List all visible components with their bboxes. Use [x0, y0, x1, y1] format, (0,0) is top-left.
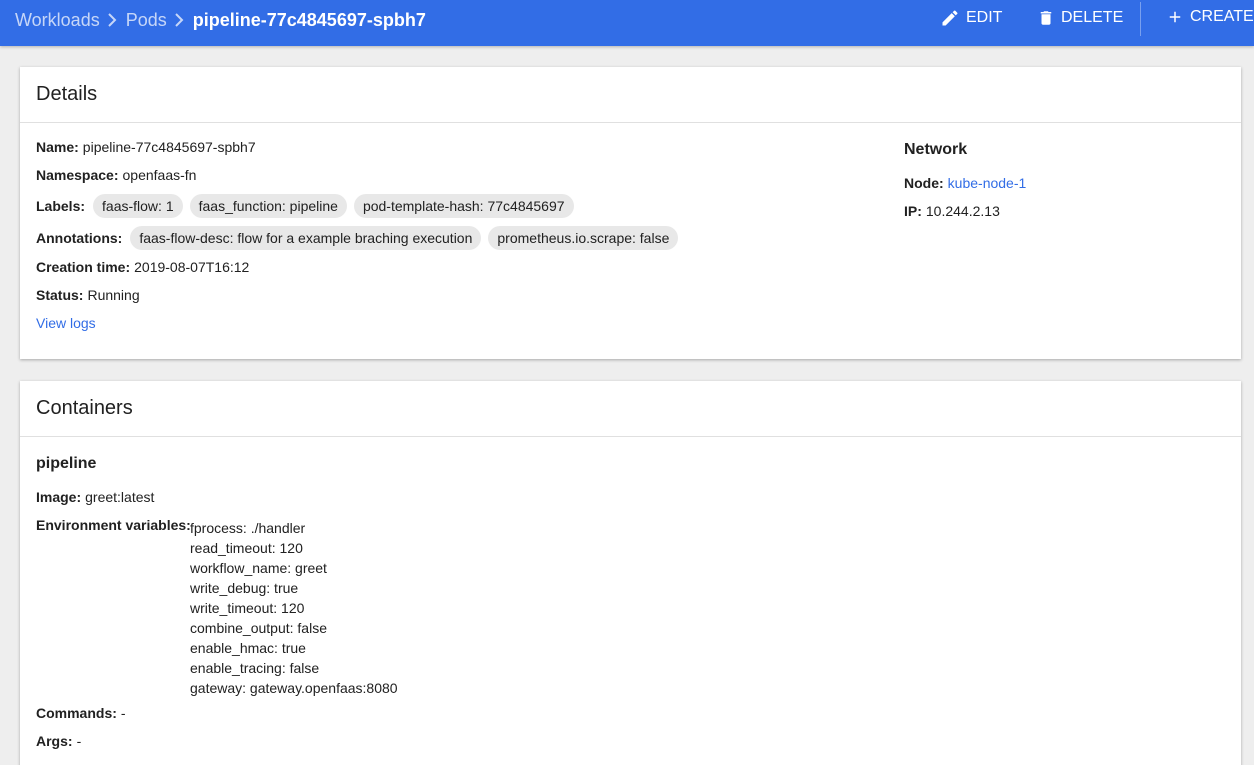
name-label: Name:: [36, 139, 79, 155]
ip-row: IP: 10.244.2.13: [904, 203, 1000, 219]
breadcrumb: Workloads Pods pipeline-77c4845697-spbh7: [15, 0, 426, 40]
top-bar: Workloads Pods pipeline-77c4845697-spbh7…: [0, 0, 1254, 46]
containers-card: Containers pipeline Image: greet:latest …: [20, 381, 1241, 765]
ip-value: 10.244.2.13: [925, 203, 1000, 219]
plus-icon: [1169, 11, 1181, 23]
label-chip: faas_function: pipeline: [189, 194, 347, 218]
view-logs-link[interactable]: View logs: [36, 315, 96, 331]
edit-button[interactable]: EDIT: [940, 8, 1002, 28]
status-value: Running: [87, 287, 140, 303]
label-chip: faas-flow: 1: [93, 194, 183, 218]
delete-button[interactable]: DELETE: [1037, 8, 1123, 28]
args-label: Args:: [36, 733, 73, 749]
annotation-chip: prometheus.io.scrape: false: [488, 226, 679, 250]
image-value: greet:latest: [85, 489, 155, 505]
edit-label: EDIT: [966, 9, 1003, 26]
node-link[interactable]: kube-node-1: [948, 175, 1027, 191]
network-title: Network: [904, 141, 968, 158]
labels-label: Labels:: [36, 198, 86, 214]
env-item: read_timeout: 120: [190, 540, 303, 556]
breadcrumb-current-pod: pipeline-77c4845697-spbh7: [192, 9, 426, 30]
env-item: write_debug: true: [190, 580, 299, 596]
containers-title: Containers: [20, 381, 1241, 437]
status-row: Status: Running: [36, 287, 140, 303]
env-item: enable_tracing: false: [190, 660, 320, 676]
env-label: Environment variables:: [36, 517, 191, 533]
view-logs-row: View logs: [36, 315, 96, 331]
commands-label: Commands:: [36, 705, 117, 721]
toolbar-divider: [1140, 2, 1141, 36]
env-item: gateway: gateway.openfaas:8080: [190, 680, 398, 696]
creation-time-label: Creation time:: [36, 259, 131, 275]
node-label: Node:: [904, 175, 944, 191]
env-list: fprocess: ./handler read_timeout: 120 wo…: [190, 518, 398, 698]
args-row: Args: -: [36, 733, 81, 749]
namespace-label: Namespace:: [36, 167, 119, 183]
env-item: workflow_name: greet: [190, 560, 327, 576]
args-value: -: [76, 733, 82, 749]
annotation-chip: faas-flow-desc: flow for a example brach…: [130, 226, 482, 250]
env-row: Environment variables:: [36, 517, 195, 533]
trash-icon: [1040, 11, 1052, 25]
env-item: write_timeout: 120: [190, 600, 305, 616]
chevron-right-icon: [100, 10, 126, 30]
label-chip: pod-template-hash: 77c4845697: [353, 194, 574, 218]
breadcrumb-workloads[interactable]: Workloads: [15, 10, 100, 31]
image-row: Image: greet:latest: [36, 489, 154, 505]
commands-value: -: [120, 705, 126, 721]
annotations-row: Annotations: faas-flow-desc: flow for a …: [36, 226, 681, 250]
ip-label: IP:: [904, 203, 922, 219]
details-card: Details Name: pipeline-77c4845697-spbh7 …: [20, 67, 1241, 359]
env-item: combine_output: false: [190, 620, 327, 636]
labels-row: Labels: faas-flow: 1 faas_function: pipe…: [36, 194, 577, 218]
node-row: Node: kube-node-1: [904, 175, 1026, 191]
annotations-label: Annotations:: [36, 230, 123, 246]
env-item: fprocess: ./handler: [190, 520, 306, 536]
pencil-icon: [942, 10, 958, 26]
details-title: Details: [20, 67, 1241, 123]
status-label: Status:: [36, 287, 84, 303]
breadcrumb-pods[interactable]: Pods: [126, 10, 167, 31]
namespace-row: Namespace: openfaas-fn: [36, 167, 196, 183]
namespace-value: openfaas-fn: [122, 167, 197, 183]
delete-label: DELETE: [1061, 9, 1124, 26]
env-item: enable_hmac: true: [190, 640, 306, 656]
create-button[interactable]: CREATE: [1166, 8, 1254, 26]
name-value: pipeline-77c4845697-spbh7: [82, 139, 256, 155]
create-label: CREATE: [1190, 8, 1254, 25]
creation-time-row: Creation time: 2019-08-07T16:12: [36, 259, 249, 275]
commands-row: Commands: -: [36, 705, 126, 721]
image-label: Image:: [36, 489, 82, 505]
creation-time-value: 2019-08-07T16:12: [134, 259, 250, 275]
container-name: pipeline: [36, 455, 97, 472]
name-row: Name: pipeline-77c4845697-spbh7: [36, 139, 256, 155]
chevron-right-icon: [167, 10, 193, 30]
